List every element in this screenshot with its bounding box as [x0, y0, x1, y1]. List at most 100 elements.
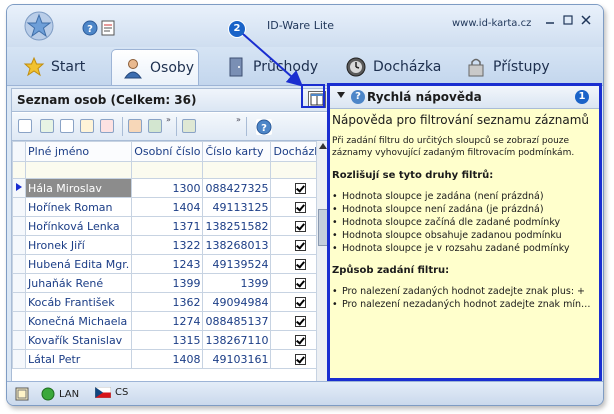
toolbar-separator	[122, 117, 123, 136]
callout-badge: 1	[575, 90, 589, 104]
toolbar-more-icon[interactable]: »	[166, 115, 171, 124]
attendance-checkbox[interactable]	[294, 183, 306, 194]
filter-input[interactable]	[202, 161, 272, 179]
grid-icon[interactable]	[128, 119, 142, 133]
tab-label: Přístupy	[493, 59, 550, 75]
lock-icon	[468, 58, 484, 77]
toolbar-more-icon[interactable]: »	[236, 115, 241, 124]
add-person-icon[interactable]	[40, 119, 54, 133]
column-header[interactable]: Číslo karty	[202, 141, 272, 162]
tab-pristupy[interactable]: Přístupy	[465, 49, 550, 85]
cell-card-number[interactable]: 138267110	[202, 330, 272, 350]
people-toolbar: » » ?	[12, 113, 328, 141]
attendance-checkbox[interactable]	[294, 221, 306, 232]
minimize-icon[interactable]	[545, 15, 555, 25]
edit-icon[interactable]	[80, 119, 94, 133]
help-intro: Při zadání filtru do určitých sloupců se…	[332, 136, 575, 158]
cell-personal-number[interactable]: 1362	[131, 292, 204, 312]
attendance-checkbox[interactable]	[294, 335, 306, 346]
list-item: Hodnota sloupce je zadána (není prázdná)	[332, 190, 597, 203]
row-indicator	[12, 349, 26, 369]
window-layout-icon[interactable]	[15, 387, 29, 401]
cell-personal-number[interactable]: 1408	[131, 349, 204, 369]
cell-name[interactable]: Hořínková Lenka	[24, 216, 133, 236]
cell-card-number[interactable]: 49103161	[202, 349, 272, 369]
column-header[interactable]: Osobní číslo	[131, 141, 204, 162]
cell-personal-number[interactable]: 1274	[131, 311, 204, 331]
delete-icon[interactable]	[100, 119, 114, 133]
filter-input[interactable]	[131, 161, 204, 179]
cell-name[interactable]: Hála Miroslav	[24, 178, 133, 198]
copy-icon[interactable]	[60, 119, 74, 133]
attendance-checkbox[interactable]	[294, 202, 306, 213]
cell-name[interactable]: Hořínek Roman	[24, 197, 133, 217]
export-icon[interactable]	[182, 119, 196, 133]
filter-input[interactable]	[24, 161, 133, 179]
row-indicator-header	[12, 141, 26, 162]
cell-name[interactable]: Kocáb František	[24, 292, 133, 312]
svg-text:?: ?	[87, 24, 93, 35]
help-icon[interactable]: ?	[256, 119, 272, 135]
cell-personal-number[interactable]: 1315	[131, 330, 204, 350]
cell-personal-number[interactable]: 1371	[131, 216, 204, 236]
table-row[interactable]: Kovařík Stanislav 1315 138267110	[12, 330, 331, 350]
cell-personal-number[interactable]: 1404	[131, 197, 204, 217]
row-indicator	[12, 292, 26, 312]
table-row[interactable]: Hronek Jiří 1322 138268013	[12, 235, 331, 255]
tab-start[interactable]: Start	[23, 49, 85, 85]
cell-card-number[interactable]: 49139524	[202, 254, 272, 274]
collapse-arrow-icon[interactable]	[337, 92, 345, 98]
table-row[interactable]: Konečná Michaela 1274 088485137	[12, 311, 331, 331]
cell-name[interactable]: Kovařík Stanislav	[24, 330, 133, 350]
cell-card-number[interactable]: 088485137	[202, 311, 272, 331]
cell-personal-number[interactable]: 1322	[131, 235, 204, 255]
attendance-checkbox[interactable]	[294, 240, 306, 251]
attendance-checkbox[interactable]	[294, 316, 306, 327]
table-row[interactable]: Hubená Edita Mgr. 1243 49139524	[12, 254, 331, 274]
cell-card-number[interactable]: 49094984	[202, 292, 272, 312]
notepad-icon[interactable]	[100, 20, 116, 36]
table-row[interactable]: Hořínková Lenka 1371 138251582	[12, 216, 331, 236]
attendance-checkbox[interactable]	[294, 297, 306, 308]
main-tabs: Start Osoby Průchody Docházka Přístupy	[7, 47, 603, 86]
cell-name[interactable]: Hronek Jiří	[24, 235, 133, 255]
help-icon[interactable]: ?	[82, 20, 98, 36]
cell-card-number[interactable]: 49113125	[202, 197, 272, 217]
cell-card-number[interactable]: 138251582	[202, 216, 272, 236]
attendance-checkbox[interactable]	[294, 278, 306, 289]
help-section-title: Způsob zadání filtru:	[332, 265, 450, 276]
cell-card-number[interactable]: 1399	[202, 273, 272, 293]
cell-name[interactable]: Látal Petr	[24, 349, 133, 369]
row-indicator	[12, 197, 26, 217]
split-panel-icon	[310, 93, 324, 106]
cell-personal-number[interactable]: 1300	[131, 178, 204, 198]
help-panel-toggle-button[interactable]	[308, 91, 326, 108]
attendance-checkbox[interactable]	[294, 354, 306, 365]
cell-card-number[interactable]: 138268013	[202, 235, 272, 255]
close-icon[interactable]	[581, 15, 591, 25]
table-row[interactable]: Hála Miroslav 1300 088427325	[12, 178, 331, 198]
table-row[interactable]: Hořínek Roman 1404 49113125	[12, 197, 331, 217]
column-header[interactable]: Plné jméno	[24, 141, 133, 162]
table-row[interactable]: Kocáb František 1362 49094984	[12, 292, 331, 312]
filter-row	[12, 161, 331, 179]
table-row[interactable]: Juhaňák René 1399 1399	[12, 273, 331, 293]
maximize-icon[interactable]	[563, 15, 573, 25]
cell-card-number[interactable]: 088427325	[202, 178, 272, 198]
cell-personal-number[interactable]: 1399	[131, 273, 204, 293]
cell-name[interactable]: Konečná Michaela	[24, 311, 133, 331]
table-row[interactable]: Látal Petr 1408 49103161	[12, 349, 331, 369]
tab-dochazka[interactable]: Docházka	[345, 49, 441, 85]
clock-icon	[346, 57, 366, 77]
language-status[interactable]: CS	[95, 387, 128, 398]
cell-name[interactable]: Hubená Edita Mgr.	[24, 254, 133, 274]
attendance-checkbox[interactable]	[294, 259, 306, 270]
preview-icon[interactable]	[18, 119, 32, 133]
tab-osoby[interactable]: Osoby	[111, 49, 199, 85]
cell-name[interactable]: Juhaňák René	[24, 273, 133, 293]
sort-icon[interactable]	[148, 119, 162, 133]
website-link[interactable]: www.id-karta.cz	[452, 18, 531, 29]
cell-personal-number[interactable]: 1243	[131, 254, 204, 274]
star-logo-icon[interactable]	[24, 11, 54, 41]
tab-pruchody[interactable]: Průchody	[225, 49, 318, 85]
